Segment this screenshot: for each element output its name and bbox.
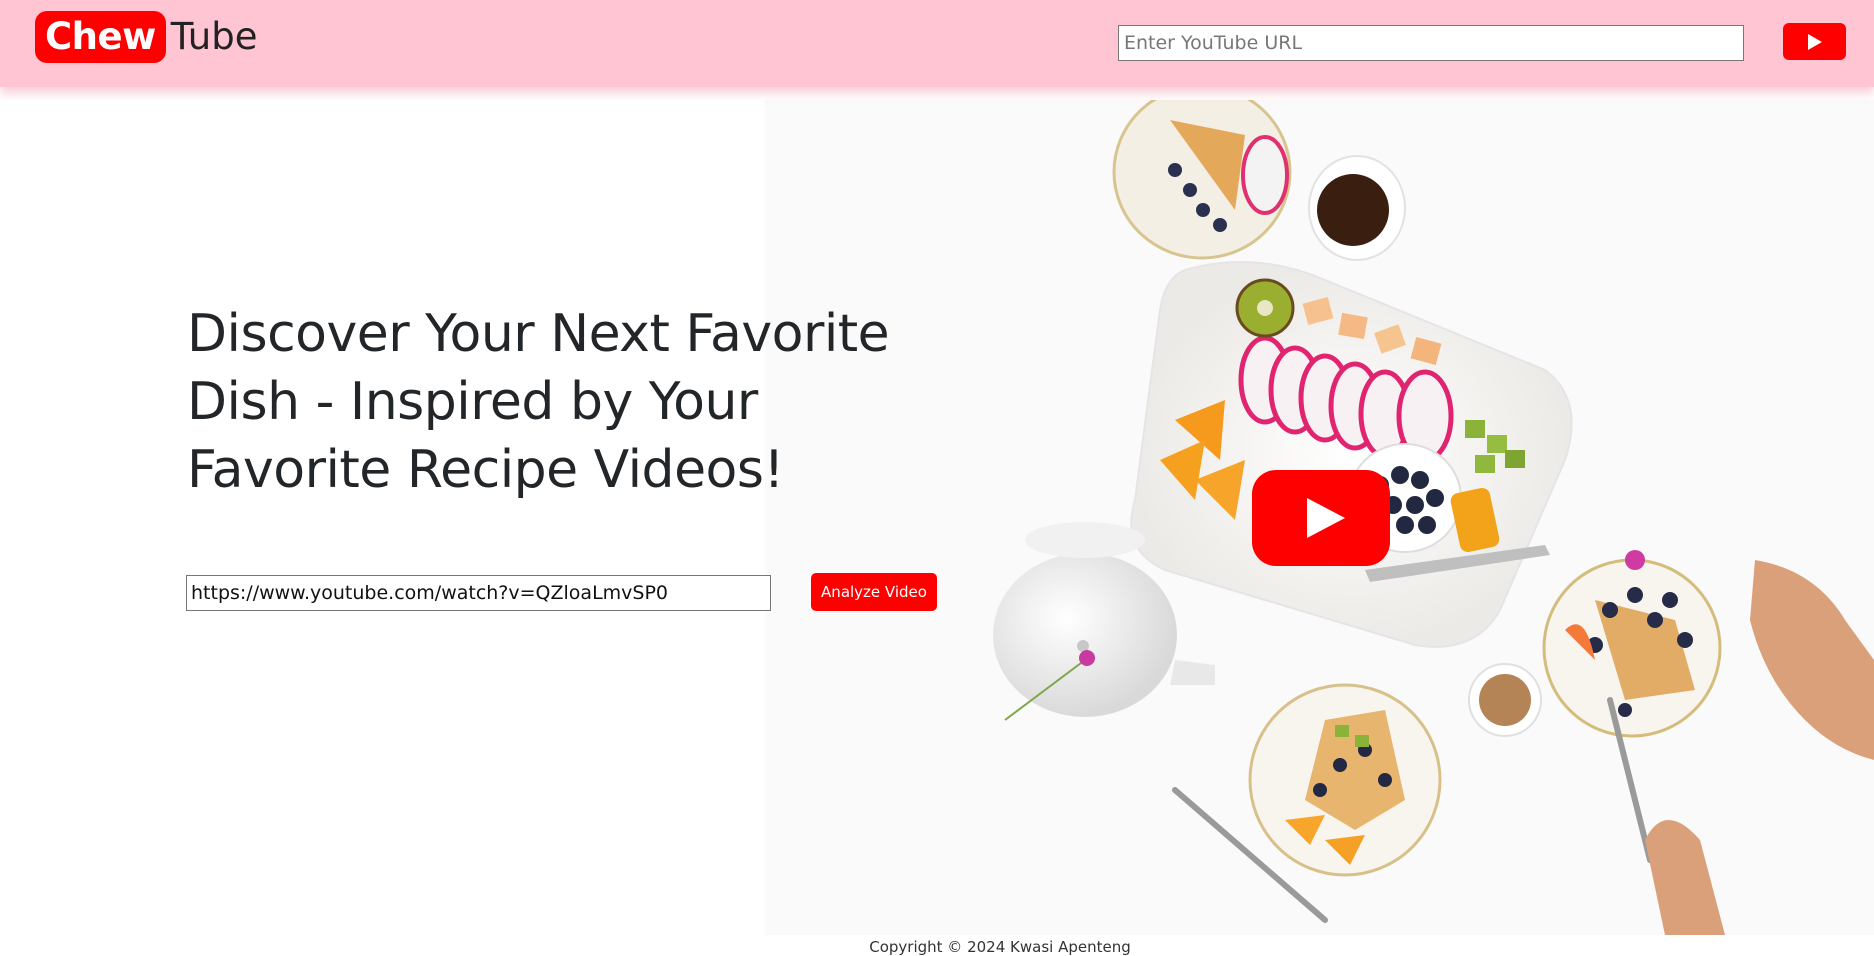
analyze-video-button[interactable]: Analyze Video <box>811 573 937 611</box>
nav-submit-button[interactable] <box>1783 23 1846 60</box>
coffee-cup <box>1468 663 1542 737</box>
app-logo[interactable]: Chew Tube <box>35 11 257 63</box>
logo-chew-text: Chew <box>35 11 166 63</box>
pancake-plate-bottom <box>1248 683 1442 877</box>
logo-tube-text: Tube <box>170 15 258 58</box>
footer-copyright: Copyright © 2024 Kwasi Apenteng <box>869 938 1131 956</box>
syrup-jug <box>1308 155 1406 261</box>
youtube-logo-icon <box>1252 470 1390 566</box>
pancake-plate-top <box>1112 100 1292 260</box>
top-navbar: Chew Tube <box>0 0 1874 87</box>
nav-youtube-url-input[interactable] <box>1118 25 1744 61</box>
food-hero-image <box>765 100 1874 935</box>
youtube-play-icon <box>1807 33 1822 50</box>
hero-youtube-url-input[interactable] <box>186 575 771 611</box>
hero-title: Discover Your Next Favorite Dish - Inspi… <box>187 304 890 500</box>
